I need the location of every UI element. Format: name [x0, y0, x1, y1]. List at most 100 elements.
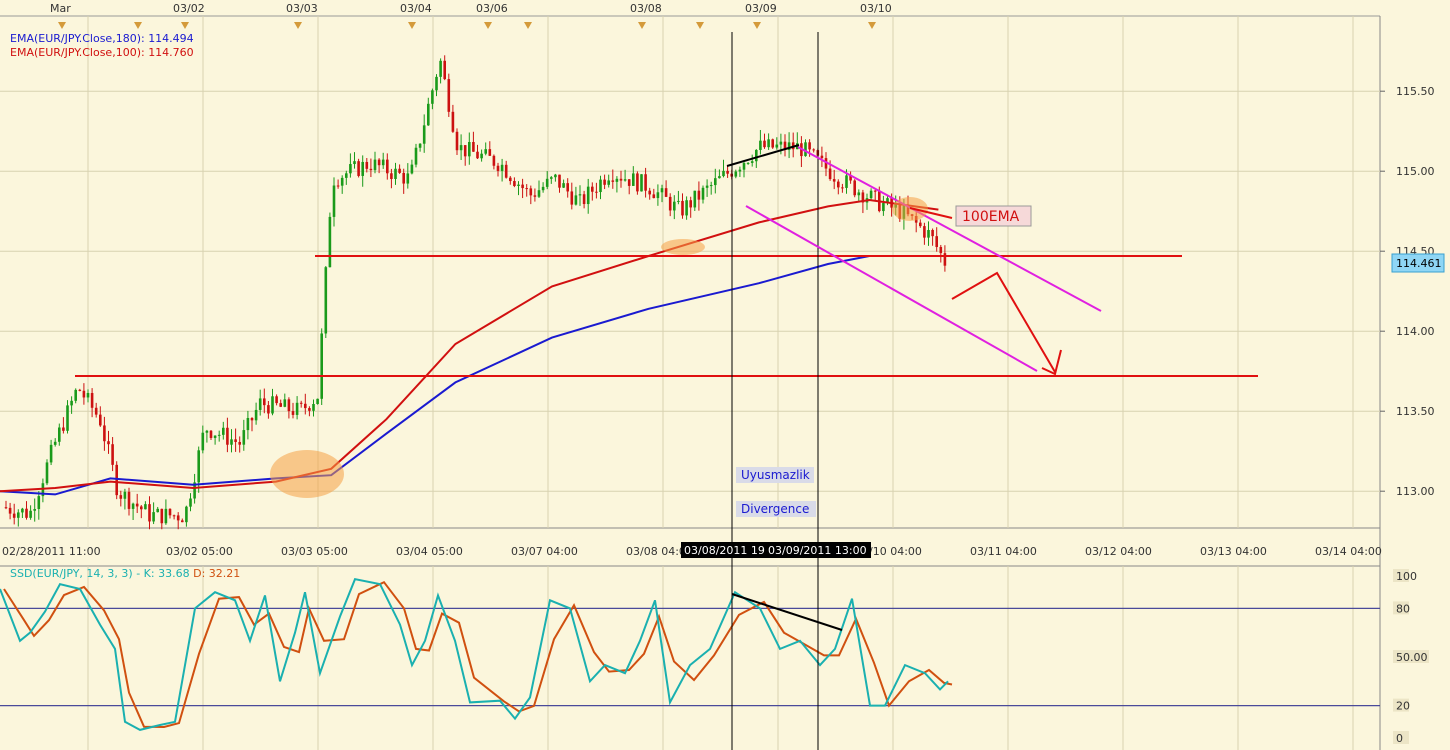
candle-body-74 [308, 408, 311, 411]
candle-body-180 [742, 163, 746, 170]
top-date-label-0: Mar [50, 2, 71, 15]
candle-body-22 [94, 407, 98, 415]
stoch-tick-label-1: 80 [1396, 602, 1410, 615]
candle-body-7 [33, 509, 36, 511]
top-date-label-2: 03/03 [286, 2, 318, 15]
top-date-label-7: 03/10 [860, 2, 892, 15]
candle-body-174 [718, 176, 721, 179]
candle-body-48 [201, 432, 205, 451]
candle-body-41 [172, 515, 176, 517]
candle-body-26 [111, 444, 114, 465]
candle-body-63 [263, 398, 266, 406]
candle-body-99 [410, 164, 414, 174]
candle-body-186 [767, 139, 770, 148]
candle-body-87 [361, 161, 364, 176]
candle-body-127 [525, 188, 528, 190]
candle-body-72 [299, 402, 303, 404]
candle-body-183 [755, 149, 758, 162]
candle-body-33 [140, 506, 143, 510]
candle-body-133 [550, 177, 553, 179]
ema180-legend: EMA(EUR/JPY.Close,180): 114.494 [10, 32, 194, 45]
candle-body-35 [148, 504, 151, 522]
candle-body-5 [25, 508, 28, 518]
candle-body-153 [632, 173, 635, 186]
candle-body-201 [828, 168, 832, 180]
candle-body-182 [750, 161, 754, 163]
candle-body-59 [246, 417, 250, 431]
candle-body-44 [185, 506, 188, 523]
candle-body-150 [619, 178, 623, 181]
candle-body-156 [644, 174, 647, 191]
candle-body-124 [513, 181, 516, 186]
candle-body-47 [197, 450, 200, 483]
candle-body-189 [779, 141, 783, 145]
top-date-label-5: 03/08 [630, 2, 662, 15]
price-panel-background [0, 16, 1380, 528]
candle-body-77 [320, 333, 323, 399]
candle-body-157 [648, 190, 651, 195]
candle-body-64 [267, 405, 270, 414]
top-date-label-4: 03/06 [476, 2, 508, 15]
stoch-panel-background [0, 566, 1380, 750]
candle-body-184 [759, 140, 762, 150]
candle-body-31 [131, 503, 135, 509]
candle-body-49 [205, 430, 209, 433]
candle-body-167 [689, 200, 692, 208]
candle-body-134 [554, 174, 557, 178]
candle-body-225 [927, 229, 930, 238]
candle-body-181 [746, 162, 750, 164]
candle-body-172 [709, 185, 713, 187]
candle-body-171 [705, 185, 709, 188]
candle-body-146 [603, 179, 606, 185]
candle-body-129 [533, 195, 537, 197]
candle-body-32 [135, 503, 139, 507]
candle-body-62 [258, 398, 262, 410]
candle-body-19 [82, 390, 86, 398]
candle-body-148 [611, 180, 615, 182]
candle-body-130 [537, 190, 541, 197]
candle-body-159 [656, 192, 660, 199]
x-time-label-2: 03/03 05:00 [281, 545, 348, 558]
candle-body-106 [439, 60, 442, 77]
candle-body-223 [919, 222, 922, 227]
x-time-label-8: 03/12 04:00 [1085, 545, 1152, 558]
candle-body-205 [845, 175, 848, 188]
candle-body-69 [287, 399, 291, 412]
candle-body-45 [189, 498, 192, 507]
candle-body-116 [480, 153, 483, 159]
candle-body-141 [582, 194, 586, 205]
x-time-label-4: 03/07 04:00 [511, 545, 578, 558]
candle-body-39 [164, 508, 168, 524]
candle-body-195 [804, 142, 807, 157]
candle-body-81 [336, 185, 340, 187]
candle-body-28 [119, 495, 123, 499]
candle-body-88 [365, 161, 369, 169]
candle-body-20 [86, 393, 90, 398]
candle-body-103 [427, 103, 430, 126]
candle-body-145 [599, 179, 602, 193]
candle-body-13 [58, 427, 61, 442]
candle-body-105 [435, 76, 438, 91]
divergence-tr-label: Uyusmazlik [741, 468, 810, 482]
candle-body-158 [652, 194, 656, 199]
x-time-label-9: 03/13 04:00 [1200, 545, 1267, 558]
candle-body-100 [414, 147, 418, 165]
candle-body-15 [66, 405, 69, 431]
x-time-label-3: 03/04 05:00 [396, 545, 463, 558]
candle-body-4 [21, 508, 24, 513]
candle-body-149 [615, 178, 619, 182]
candle-body-164 [677, 200, 680, 202]
candle-body-11 [49, 444, 53, 463]
x-time-label-0: 02/28/2011 11:00 [2, 545, 101, 558]
candle-body-34 [144, 504, 147, 510]
candle-body-139 [574, 195, 578, 205]
candle-body-6 [29, 510, 32, 518]
candle-body-25 [107, 441, 110, 445]
candle-body-16 [70, 400, 73, 406]
candle-body-43 [181, 520, 184, 523]
candle-body-185 [763, 140, 766, 148]
candle-body-86 [357, 161, 360, 176]
candle-body-78 [324, 267, 328, 334]
candle-body-228 [939, 247, 943, 254]
candle-body-187 [771, 139, 774, 148]
